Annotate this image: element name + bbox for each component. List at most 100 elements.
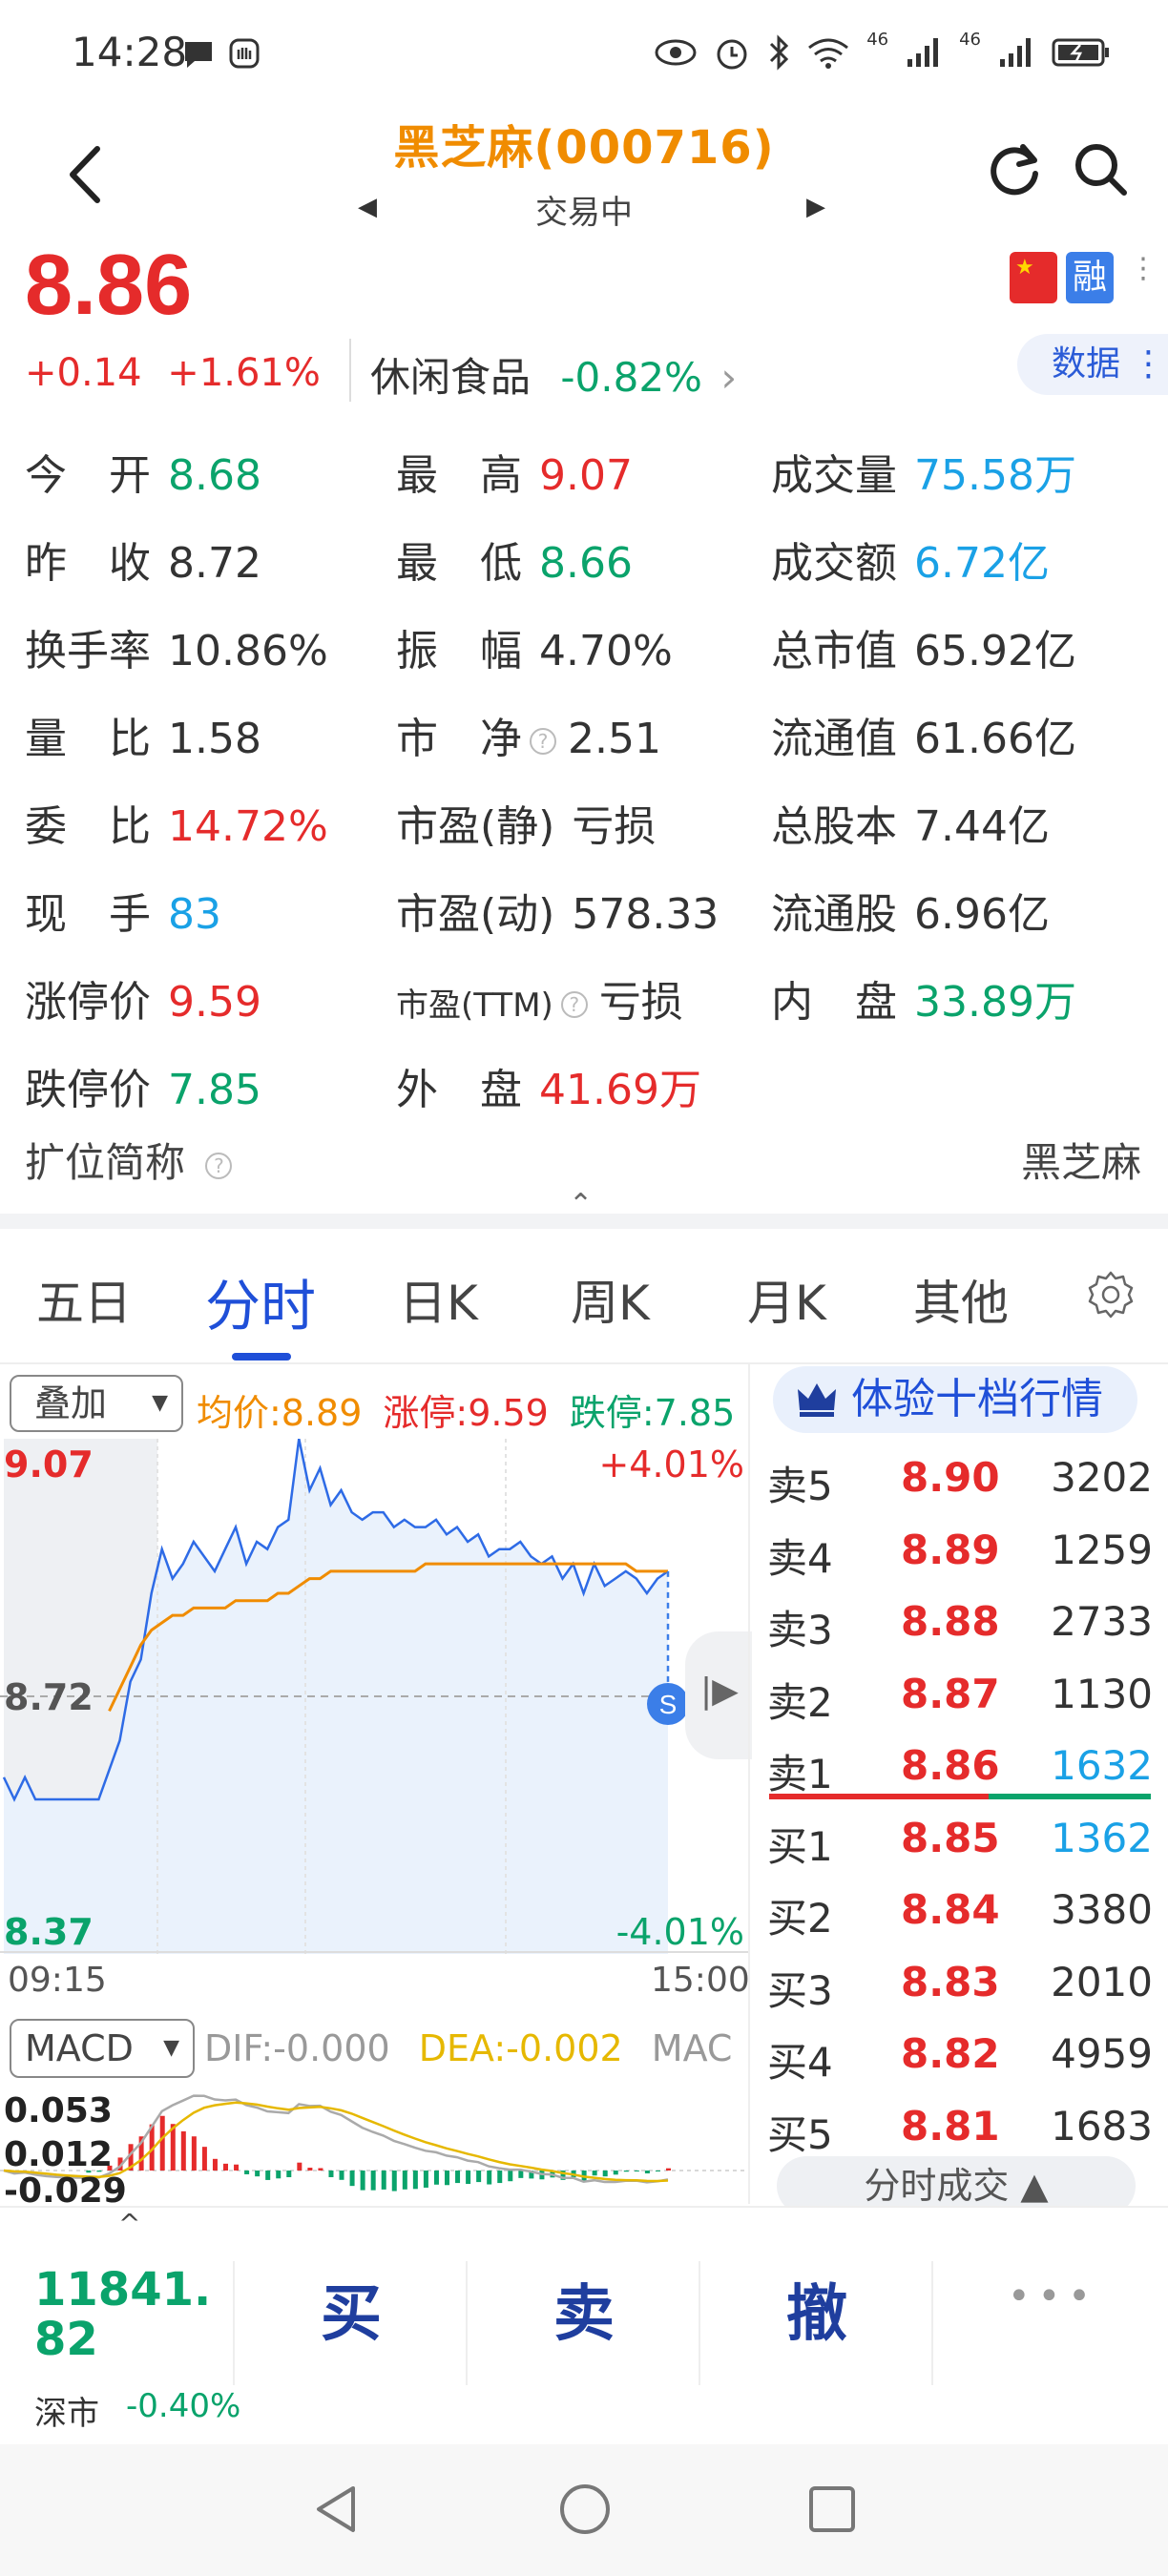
stat-value: 8.68: [168, 451, 261, 500]
stat-value: 75.58万: [914, 451, 1076, 500]
macd-bar: [297, 2162, 302, 2171]
y-high-label: 9.07: [4, 1444, 94, 1485]
cancel-order-button[interactable]: 撤: [786, 2265, 847, 2353]
indicator-dropdown[interactable]: MACD ▼: [10, 2019, 195, 2078]
sell-level-row[interactable]: 卖3 8.88 2733: [760, 1587, 1160, 1657]
change-percent: +1.61%: [167, 351, 321, 395]
macd-bar: [476, 2171, 482, 2183]
data-button[interactable]: 数据 ⋮: [1017, 334, 1168, 395]
index-value[interactable]: 11841.82: [34, 2265, 225, 2364]
stat-label: 昨 收: [25, 539, 151, 588]
index-percent: -0.40%: [126, 2387, 241, 2425]
intraday-chart[interactable]: S 9.07 8.72 8.37 +4.01% -4.01%: [0, 1439, 748, 1954]
tab-3[interactable]: 周K: [571, 1265, 650, 1334]
macd-chart[interactable]: 0.053 0.012 -0.029: [0, 2080, 748, 2204]
stat-label: 成交额: [771, 539, 897, 588]
stat-col2-3[interactable]: 市 净? 2.51: [396, 704, 661, 765]
stat-value: 10.86%: [168, 627, 328, 675]
level-qty: 1362: [1051, 1814, 1153, 1861]
chart-expand-handle[interactable]: |▶: [685, 1631, 752, 1759]
macd-bar: [455, 2171, 461, 2184]
level-price: 8.87: [901, 1670, 1000, 1717]
buy-level-row[interactable]: 买4 8.82 4959: [760, 2019, 1160, 2089]
level-label: 买2: [767, 1895, 833, 1942]
level-qty: 1632: [1051, 1742, 1153, 1789]
nav-recents-icon[interactable]: [807, 2484, 857, 2534]
sell-level-row[interactable]: 卖5 8.90 3202: [760, 1443, 1160, 1513]
macd-dif: DIF:-0.000: [204, 2027, 390, 2069]
current-price: 8.86: [25, 238, 193, 333]
y-low-label: 8.37: [4, 1911, 94, 1953]
next-stock-arrow[interactable]: ▶: [806, 193, 825, 221]
sector-link[interactable]: 休闲食品 -0.82% ›: [370, 345, 737, 404]
macd-bar: [518, 2171, 524, 2178]
svg-text:S: S: [659, 1690, 678, 1719]
refresh-icon[interactable]: [985, 139, 1044, 198]
buy-level-row[interactable]: 买5 8.81 1683: [760, 2091, 1160, 2162]
signal-icon-2: [1000, 38, 1031, 67]
macd-bar: [412, 2171, 418, 2190]
level-qty: 3202: [1051, 1454, 1153, 1501]
short-name-value: 黑芝麻: [1020, 1139, 1141, 1186]
nav-back-icon[interactable]: [311, 2483, 361, 2536]
macd-bar: [159, 2115, 165, 2171]
buy-button[interactable]: 买: [321, 2265, 382, 2353]
sell-marker[interactable]: S: [647, 1683, 689, 1725]
sell-level-row[interactable]: 卖2 8.87 1130: [760, 1659, 1160, 1730]
chevron-down-icon: ▼: [152, 1391, 168, 1415]
help-icon[interactable]: ?: [205, 1152, 233, 1179]
macd-tick: 0.053: [4, 2091, 113, 2130]
signal-label-2: 46: [959, 29, 981, 50]
nav-home-icon[interactable]: [558, 2483, 612, 2536]
level-qty: 1130: [1051, 1670, 1153, 1717]
china-flag-icon[interactable]: ★: [1010, 252, 1057, 303]
macd-bar: [234, 2164, 240, 2171]
stat-value: 亏损: [572, 802, 657, 851]
stat-label: 市 净: [396, 715, 522, 763]
overlay-dropdown[interactable]: 叠加 ▼: [10, 1375, 183, 1432]
help-icon[interactable]: ?: [560, 991, 588, 1018]
indicator-label: MACD: [25, 2027, 134, 2069]
more-vertical-icon[interactable]: ⋮: [1129, 252, 1158, 285]
tab-0[interactable]: 五日: [36, 1265, 132, 1334]
stat-label: 外 盘: [396, 1066, 522, 1114]
gear-icon[interactable]: [1085, 1269, 1137, 1320]
stat-value: 9.59: [168, 978, 261, 1027]
battery-icon: [1052, 38, 1109, 67]
level-label: 买1: [767, 1822, 833, 1870]
tab-4[interactable]: 月K: [747, 1265, 826, 1334]
tab-2[interactable]: 日K: [399, 1265, 478, 1334]
buy-level-row[interactable]: 买1 8.85 1362: [760, 1803, 1160, 1874]
bluetooth-icon: [770, 34, 789, 71]
ten-level-quote-button[interactable]: 体验十档行情: [773, 1366, 1137, 1433]
macd-tick: 0.012: [4, 2135, 113, 2174]
tab-1[interactable]: 分时: [205, 1261, 316, 1341]
margin-badge[interactable]: 融: [1066, 252, 1114, 303]
macd-bar: [370, 2171, 376, 2191]
macd-tail: MAC: [651, 2027, 733, 2069]
stat-col2-6[interactable]: 市盈(TTM)? 亏损: [396, 967, 683, 1028]
search-icon[interactable]: [1071, 139, 1130, 198]
stat-value: 33.89万: [914, 978, 1076, 1027]
level-price: 8.88: [901, 1598, 1000, 1645]
level-price: 8.86: [901, 1742, 1000, 1789]
legend-limit-up: 涨停:9.59: [383, 1392, 549, 1434]
pct-low-label: -4.01%: [616, 1911, 744, 1953]
sell-button[interactable]: 卖: [553, 2265, 615, 2353]
sell-level-row[interactable]: 卖1 8.86 1632: [760, 1731, 1160, 1801]
level-label: 买5: [767, 2110, 833, 2158]
tab-5[interactable]: 其他: [913, 1265, 1009, 1334]
stat-value: 83: [168, 890, 221, 939]
more-icon[interactable]: •••: [1008, 2275, 1098, 2318]
caret-up-icon[interactable]: ^: [118, 2208, 140, 2239]
help-icon[interactable]: ?: [530, 728, 556, 755]
buy-level-row[interactable]: 买3 8.83 2010: [760, 1947, 1160, 2018]
time-end-label: 15:00: [651, 1961, 750, 2000]
stat-label: 量 比: [25, 715, 151, 763]
buy-level-row[interactable]: 买2 8.84 3380: [760, 1875, 1160, 1945]
macd-bar: [212, 2158, 218, 2171]
stat-value: 6.72亿: [914, 539, 1050, 588]
macd-bar: [265, 2171, 271, 2180]
sell-level-row[interactable]: 卖4 8.89 1259: [760, 1515, 1160, 1586]
stat-label: 最 低: [396, 539, 522, 588]
